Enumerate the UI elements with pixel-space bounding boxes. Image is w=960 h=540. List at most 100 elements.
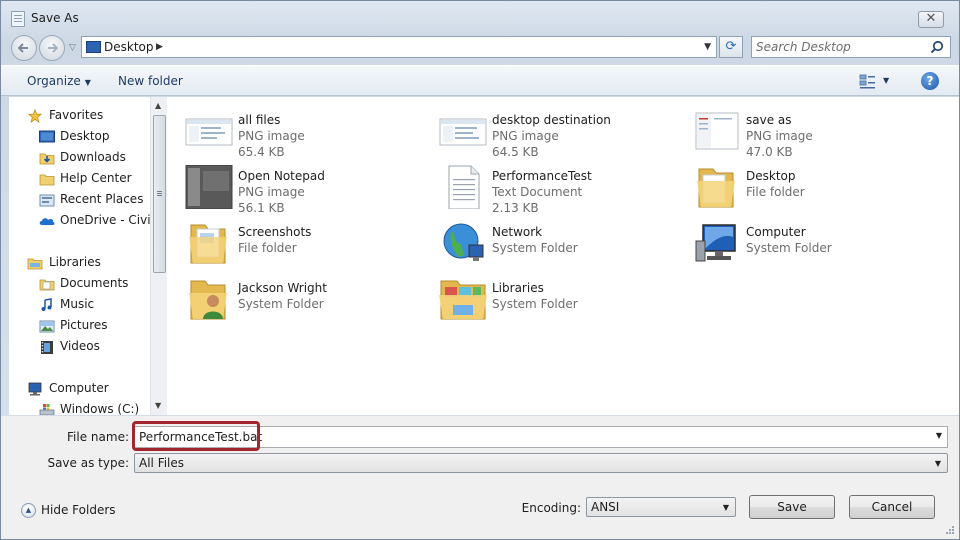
view-options-dropdown[interactable]: ▼ xyxy=(883,76,889,85)
navigation-pane-scrollbar[interactable]: ▲ ▼ xyxy=(150,97,167,415)
file-type: PNG image xyxy=(238,129,305,143)
encoding-value: ANSI xyxy=(591,500,620,514)
file-type: System Folder xyxy=(492,241,578,255)
user-folder-icon xyxy=(189,280,227,320)
title-bar: Save As ✕ xyxy=(1,1,959,35)
sidebar-item-label: Videos xyxy=(60,339,100,353)
sidebar-item-label: Computer xyxy=(49,381,109,395)
search-box[interactable] xyxy=(751,36,951,58)
chevron-down-icon: ▼ xyxy=(722,503,729,512)
file-type: File folder xyxy=(238,241,297,255)
network-icon xyxy=(443,223,484,261)
sidebar-item-label: Downloads xyxy=(60,150,126,164)
organize-button[interactable]: Organize ▼ xyxy=(27,74,91,88)
png-thumbnail-icon xyxy=(185,165,233,209)
save-button[interactable]: Save xyxy=(749,495,835,519)
recent-locations-dropdown[interactable]: ▽ xyxy=(69,43,76,53)
folder-item[interactable]: Network System Folder xyxy=(439,217,679,269)
sidebar-item-label: Libraries xyxy=(49,255,101,269)
file-item[interactable]: all files PNG image 65.4 KB xyxy=(185,105,425,159)
file-size: 47.0 KB xyxy=(746,145,793,159)
file-item[interactable]: Open Notepad PNG image 56.1 KB xyxy=(185,161,425,215)
file-name-highlight xyxy=(132,421,260,451)
sidebar-item-label: Recent Places xyxy=(60,192,144,206)
sidebar-item-label: Desktop xyxy=(60,129,110,143)
back-button[interactable] xyxy=(11,35,37,61)
refresh-icon: ⟳ xyxy=(725,39,737,54)
folder-item[interactable]: Desktop File folder xyxy=(693,161,933,213)
address-crumb-desktop[interactable]: Desktop xyxy=(104,40,154,54)
address-bar[interactable]: Desktop ▶ ▼ xyxy=(81,36,717,58)
folder-item[interactable]: Libraries System Folder xyxy=(439,273,679,325)
scroll-up-arrow-icon[interactable]: ▲ xyxy=(155,101,161,110)
help-icon[interactable]: ? xyxy=(921,72,939,90)
file-type: Text Document xyxy=(492,185,583,199)
close-button[interactable]: ✕ xyxy=(918,11,944,28)
file-name: Open Notepad xyxy=(238,169,325,183)
file-size: 65.4 KB xyxy=(238,145,285,159)
resize-grip-icon[interactable] xyxy=(945,525,955,535)
file-name: Computer xyxy=(746,225,806,239)
organize-label: Organize xyxy=(27,74,81,88)
drive-icon xyxy=(39,404,55,415)
close-icon: ✕ xyxy=(925,11,937,26)
onedrive-icon xyxy=(39,218,55,225)
downloads-folder-icon xyxy=(39,153,55,165)
music-icon xyxy=(41,298,52,311)
refresh-button[interactable]: ⟳ xyxy=(719,36,743,58)
save-as-type-value: All Files xyxy=(139,456,185,470)
breadcrumb-arrow-icon[interactable]: ▶ xyxy=(156,42,163,52)
scroll-down-arrow-icon[interactable]: ▼ xyxy=(155,401,161,410)
encoding-select[interactable]: ANSI ▼ xyxy=(586,497,736,517)
save-as-type-select[interactable]: All Files ▼ xyxy=(134,453,948,473)
file-size: 64.5 KB xyxy=(492,145,539,159)
file-name: Libraries xyxy=(492,281,544,295)
png-thumbnail-icon xyxy=(185,118,233,146)
file-type: PNG image xyxy=(746,129,813,143)
hide-folders-label: Hide Folders xyxy=(41,503,116,517)
file-name: Desktop xyxy=(746,169,796,183)
file-item[interactable]: desktop destination PNG image 64.5 KB xyxy=(439,105,679,159)
sidebar-item-label: Music xyxy=(60,297,95,311)
folder-item[interactable]: Screenshots File folder xyxy=(185,217,425,269)
file-size: 2.13 KB xyxy=(492,201,539,215)
file-type: PNG image xyxy=(492,129,559,143)
hide-folders-button[interactable]: ▲ Hide Folders xyxy=(19,501,129,521)
new-folder-button[interactable]: New folder xyxy=(118,74,183,88)
sidebar-item-label: Pictures xyxy=(60,318,108,332)
chevron-down-icon: ▼ xyxy=(934,459,941,468)
star-icon xyxy=(27,109,43,123)
address-dropdown-icon[interactable]: ▼ xyxy=(704,42,711,52)
navigation-pane[interactable]: Favorites Desktop Downloads Help Center … xyxy=(9,97,166,415)
folder-item[interactable]: Computer System Folder xyxy=(693,217,933,269)
sidebar-item-label: Documents xyxy=(60,276,129,290)
file-list[interactable]: all files PNG image 65.4 KB desktop dest… xyxy=(167,97,959,415)
png-thumbnail-icon xyxy=(695,112,739,150)
file-type: System Folder xyxy=(238,297,324,311)
save-as-type-label: Save as type: xyxy=(47,456,129,470)
forward-arrow-icon xyxy=(48,43,58,53)
folder-item[interactable]: Jackson Wright System Folder xyxy=(185,273,425,325)
search-icon[interactable] xyxy=(930,40,944,54)
recent-places-icon xyxy=(39,194,55,207)
file-item[interactable]: save as PNG image 47.0 KB xyxy=(693,105,933,159)
computer-icon xyxy=(695,224,736,262)
change-view-icon[interactable] xyxy=(859,74,877,90)
sidebar-item-label: Windows (C:) xyxy=(60,402,140,415)
navigation-bar: ▽ Desktop ▶ ▼ ⟳ xyxy=(1,35,959,61)
file-name: PerformanceTest xyxy=(492,169,592,183)
back-arrow-icon xyxy=(18,43,28,53)
search-input[interactable] xyxy=(756,39,924,55)
cancel-button[interactable]: Cancel xyxy=(849,495,935,519)
chevron-down-icon[interactable]: ▼ xyxy=(936,431,942,440)
file-type: System Folder xyxy=(492,297,578,311)
dialog-title: Save As xyxy=(31,11,79,25)
file-type: System Folder xyxy=(746,241,832,255)
file-item[interactable]: PerformanceTest Text Document 2.13 KB xyxy=(439,161,679,215)
encoding-label: Encoding: xyxy=(521,501,581,515)
scrollbar-thumb[interactable] xyxy=(153,115,166,273)
file-size: 56.1 KB xyxy=(238,201,285,215)
desktop-icon xyxy=(39,130,55,143)
forward-button[interactable] xyxy=(39,35,65,61)
png-thumbnail-icon xyxy=(439,118,487,146)
